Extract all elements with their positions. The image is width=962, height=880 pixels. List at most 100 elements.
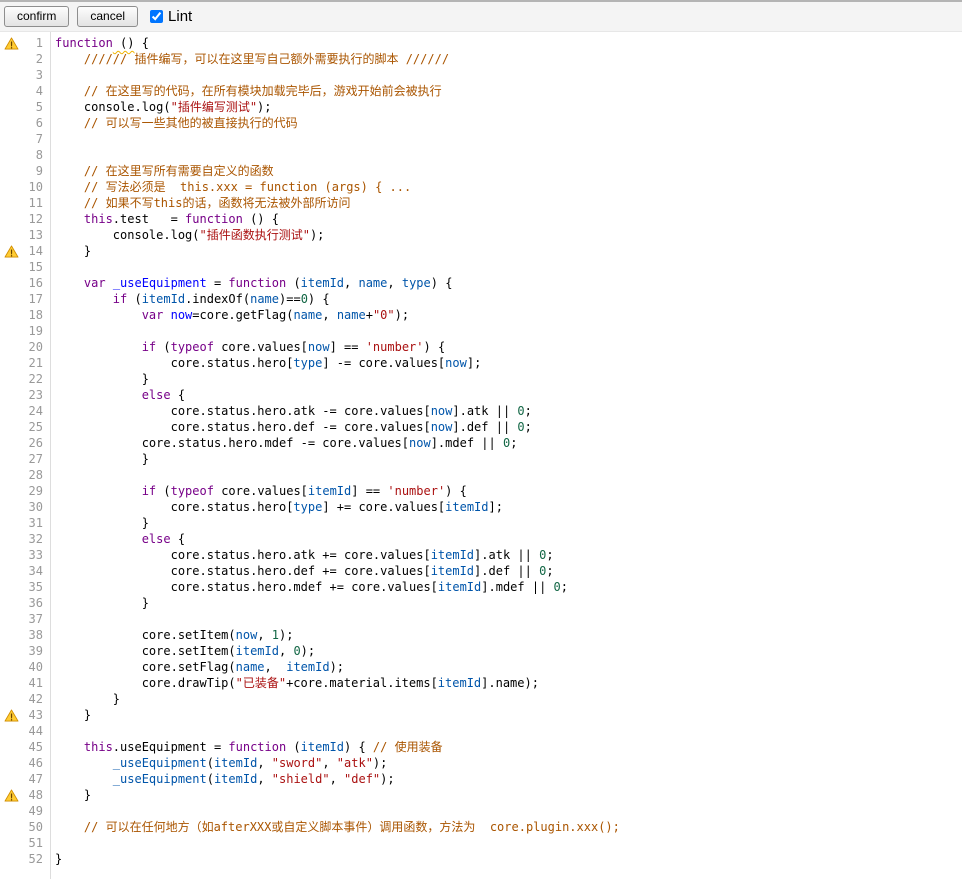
code-line[interactable]: 8 bbox=[0, 147, 962, 163]
code-line[interactable]: 6 // 可以写一些其他的被直接执行的代码 bbox=[0, 115, 962, 131]
code-text: function () { bbox=[50, 35, 149, 51]
line-number: 24 bbox=[24, 403, 50, 419]
code-line[interactable]: 49 bbox=[0, 803, 962, 819]
code-text: _useEquipment(itemId, "shield", "def"); bbox=[50, 771, 395, 787]
code-line[interactable]: 10 // 写法必须是 this.xxx = function (args) {… bbox=[0, 179, 962, 195]
code-line[interactable]: 22 } bbox=[0, 371, 962, 387]
line-number: 34 bbox=[24, 563, 50, 579]
code-text: core.status.hero.mdef += core.values[ite… bbox=[50, 579, 568, 595]
code-line[interactable]: 33 core.status.hero.atk += core.values[i… bbox=[0, 547, 962, 563]
code-line[interactable]: 32 else { bbox=[0, 531, 962, 547]
code-line[interactable]: 37 bbox=[0, 611, 962, 627]
code-line[interactable]: 5 console.log("插件编写测试"); bbox=[0, 99, 962, 115]
line-number: 9 bbox=[24, 163, 50, 179]
code-line[interactable]: 7 bbox=[0, 131, 962, 147]
lint-marker-empty bbox=[0, 403, 24, 419]
code-line[interactable]: 15 bbox=[0, 259, 962, 275]
code-line[interactable]: 45 this.useEquipment = function (itemId)… bbox=[0, 739, 962, 755]
code-line[interactable]: 34 core.status.hero.def += core.values[i… bbox=[0, 563, 962, 579]
code-text bbox=[50, 259, 62, 275]
code-line[interactable]: 25 core.status.hero.def -= core.values[n… bbox=[0, 419, 962, 435]
code-line[interactable]: 16 var _useEquipment = function (itemId,… bbox=[0, 275, 962, 291]
code-line[interactable]: 30 core.status.hero[type] += core.values… bbox=[0, 499, 962, 515]
code-line[interactable]: 19 bbox=[0, 323, 962, 339]
code-line[interactable]: 51 bbox=[0, 835, 962, 851]
lint-marker-empty bbox=[0, 691, 24, 707]
code-text: } bbox=[50, 707, 91, 723]
code-text: core.setItem(itemId, 0); bbox=[50, 643, 315, 659]
line-number: 41 bbox=[24, 675, 50, 691]
code-line[interactable]: 42 } bbox=[0, 691, 962, 707]
lint-checkbox[interactable] bbox=[150, 10, 163, 23]
line-number: 39 bbox=[24, 643, 50, 659]
code-line[interactable]: 41 core.drawTip("已装备"+core.material.item… bbox=[0, 675, 962, 691]
code-text: this.useEquipment = function (itemId) { … bbox=[50, 739, 443, 755]
lint-marker-empty bbox=[0, 563, 24, 579]
code-line[interactable]: 20 if (typeof core.values[now] == 'numbe… bbox=[0, 339, 962, 355]
code-line[interactable]: !43 } bbox=[0, 707, 962, 723]
lint-marker-empty bbox=[0, 515, 24, 531]
code-line[interactable]: 26 core.status.hero.mdef -= core.values[… bbox=[0, 435, 962, 451]
code-line[interactable]: 12 this.test = function () { bbox=[0, 211, 962, 227]
code-line[interactable]: 35 core.status.hero.mdef += core.values[… bbox=[0, 579, 962, 595]
line-number: 35 bbox=[24, 579, 50, 595]
line-number: 49 bbox=[24, 803, 50, 819]
line-number: 50 bbox=[24, 819, 50, 835]
code-line[interactable]: 13 console.log("插件函数执行测试"); bbox=[0, 227, 962, 243]
code-text: // 写法必须是 this.xxx = function (args) { ..… bbox=[50, 179, 411, 195]
line-number: 16 bbox=[24, 275, 50, 291]
code-text bbox=[50, 835, 62, 851]
line-number: 10 bbox=[24, 179, 50, 195]
lint-marker-empty bbox=[0, 291, 24, 307]
code-line[interactable]: 29 if (typeof core.values[itemId] == 'nu… bbox=[0, 483, 962, 499]
code-line[interactable]: 9 // 在这里写所有需要自定义的函数 bbox=[0, 163, 962, 179]
code-text: core.status.hero[type] -= core.values[no… bbox=[50, 355, 481, 371]
code-line[interactable]: 50 // 可以在任何地方（如afterXXX或自定义脚本事件）调用函数，方法为… bbox=[0, 819, 962, 835]
code-text: core.status.hero[type] += core.values[it… bbox=[50, 499, 503, 515]
code-line[interactable]: 24 core.status.hero.atk -= core.values[n… bbox=[0, 403, 962, 419]
code-text: } bbox=[50, 515, 149, 531]
lint-marker-empty bbox=[0, 755, 24, 771]
cancel-button[interactable]: cancel bbox=[77, 6, 138, 27]
code-line[interactable]: 2 ////// 插件编写，可以在这里写自己额外需要执行的脚本 ////// bbox=[0, 51, 962, 67]
code-line[interactable]: !48 } bbox=[0, 787, 962, 803]
lint-warning-marker: ! bbox=[0, 35, 24, 51]
code-line[interactable]: 44 bbox=[0, 723, 962, 739]
code-line[interactable]: 40 core.setFlag(name, itemId); bbox=[0, 659, 962, 675]
code-editor[interactable]: !1function () {2 ////// 插件编写，可以在这里写自己额外需… bbox=[0, 32, 962, 879]
lint-toggle[interactable]: Lint bbox=[150, 8, 192, 25]
code-line[interactable]: 39 core.setItem(itemId, 0); bbox=[0, 643, 962, 659]
code-line[interactable]: 38 core.setItem(now, 1); bbox=[0, 627, 962, 643]
code-line[interactable]: !14 } bbox=[0, 243, 962, 259]
code-line[interactable]: !1function () { bbox=[0, 35, 962, 51]
code-text: if (itemId.indexOf(name)==0) { bbox=[50, 291, 330, 307]
code-line[interactable]: 21 core.status.hero[type] -= core.values… bbox=[0, 355, 962, 371]
line-number: 23 bbox=[24, 387, 50, 403]
lint-marker-empty bbox=[0, 723, 24, 739]
lint-warning-icon: ! bbox=[4, 789, 19, 802]
line-number: 28 bbox=[24, 467, 50, 483]
code-line[interactable]: 3 bbox=[0, 67, 962, 83]
code-line[interactable]: 36 } bbox=[0, 595, 962, 611]
confirm-button[interactable]: confirm bbox=[4, 6, 69, 27]
code-line[interactable]: 27 } bbox=[0, 451, 962, 467]
code-line[interactable]: 28 bbox=[0, 467, 962, 483]
lint-marker-empty bbox=[0, 451, 24, 467]
code-text bbox=[50, 803, 62, 819]
code-line[interactable]: 31 } bbox=[0, 515, 962, 531]
code-text: core.status.hero.atk -= core.values[now]… bbox=[50, 403, 532, 419]
code-line[interactable]: 18 var now=core.getFlag(name, name+"0"); bbox=[0, 307, 962, 323]
line-number: 30 bbox=[24, 499, 50, 515]
code-line[interactable]: 11 // 如果不写this的话，函数将无法被外部所访问 bbox=[0, 195, 962, 211]
code-line[interactable]: 47 _useEquipment(itemId, "shield", "def"… bbox=[0, 771, 962, 787]
code-line[interactable]: 17 if (itemId.indexOf(name)==0) { bbox=[0, 291, 962, 307]
code-line[interactable]: 4 // 在这里写的代码，在所有模块加载完毕后，游戏开始前会被执行 bbox=[0, 83, 962, 99]
line-number: 17 bbox=[24, 291, 50, 307]
line-number: 8 bbox=[24, 147, 50, 163]
lint-marker-empty bbox=[0, 275, 24, 291]
code-line[interactable]: 46 _useEquipment(itemId, "sword", "atk")… bbox=[0, 755, 962, 771]
code-line[interactable]: 23 else { bbox=[0, 387, 962, 403]
code-line[interactable]: 52} bbox=[0, 851, 962, 867]
lint-marker-empty bbox=[0, 419, 24, 435]
line-number: 33 bbox=[24, 547, 50, 563]
